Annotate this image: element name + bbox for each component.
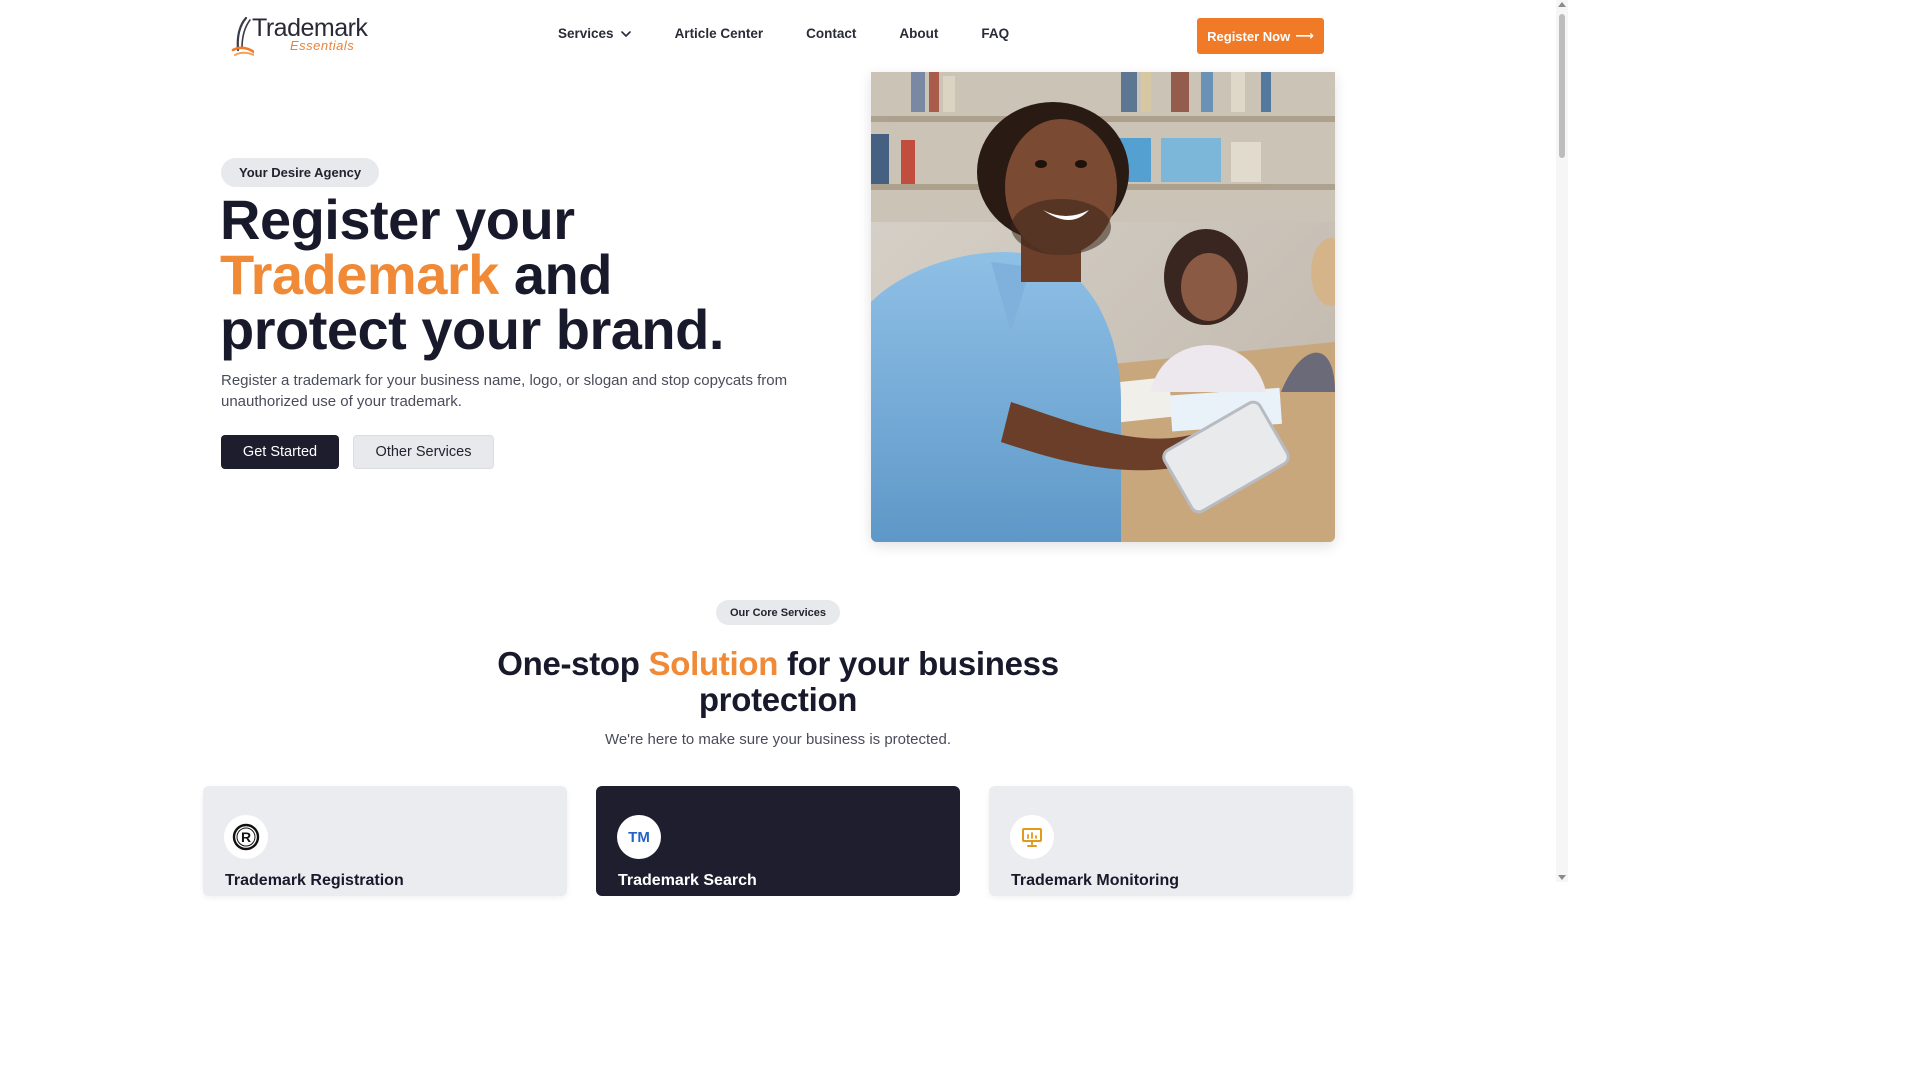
page-scrollbar[interactable] [1556,0,1568,882]
nav-item-contact[interactable]: Contact [806,26,856,41]
logo-subtitle: Essentials [290,38,355,53]
hero-photo [871,72,1335,542]
site-header: Trademark Essentials Services Article Ce… [0,0,1556,72]
tm-icon: TM [617,815,661,859]
card-title: Trademark Monitoring [1011,872,1180,889]
arrow-right-icon: ⟶ [1295,28,1314,43]
scroll-thumb[interactable] [1559,14,1565,158]
nav-item-about[interactable]: About [899,26,938,41]
nav-item-services[interactable]: Services [558,26,632,41]
logo-swoosh-icon [231,16,254,56]
services-subtitle: We're here to make sure your business is… [604,731,952,748]
svg-text:R: R [241,829,251,845]
nav-item-faq[interactable]: FAQ [981,26,1009,41]
service-card-monitoring[interactable]: Trademark Monitoring [989,786,1353,896]
hero-title-line1: Register your [220,188,575,251]
tm-icon-text: TM [628,828,650,846]
register-now-label: Register Now [1207,28,1291,44]
register-now-button[interactable]: Register Now ⟶ [1197,18,1324,54]
service-card-registration[interactable]: R Trademark Registration [203,786,567,896]
services-badge: Our Core Services [716,600,840,625]
hero-badge: Your Desire Agency [221,158,380,187]
hero-title: Register your Trademark and protect your… [220,192,840,358]
service-card-search[interactable]: TM Trademark Search [596,786,960,896]
scroll-down-icon[interactable] [1558,875,1566,880]
card-title: Trademark Registration [225,872,404,889]
registered-icon: R [224,815,268,859]
main-nav: Services Article Center Contact About FA… [558,26,1052,41]
other-services-button[interactable]: Other Services [353,435,494,469]
nav-item-label: Services [558,26,614,41]
get-started-button[interactable]: Get Started [221,435,339,469]
services-title: One-stop Solution for your business prot… [480,646,1076,718]
services-title-pre: One-stop [497,645,649,682]
card-title: Trademark Search [618,872,757,889]
brand-logo[interactable]: Trademark Essentials [230,14,370,58]
hero-subtitle: Register a trademark for your business n… [221,372,788,410]
chevron-down-icon [620,30,631,37]
hero-title-line3: protect your brand. [220,298,724,361]
services-title-accent: Solution [648,645,779,682]
hero-title-accent: Trademark [220,243,499,306]
nav-item-article-center[interactable]: Article Center [675,26,764,41]
monitor-presentation-icon [1010,815,1054,859]
hero-title-line2: and [498,243,613,306]
scroll-up-icon[interactable] [1558,2,1566,7]
